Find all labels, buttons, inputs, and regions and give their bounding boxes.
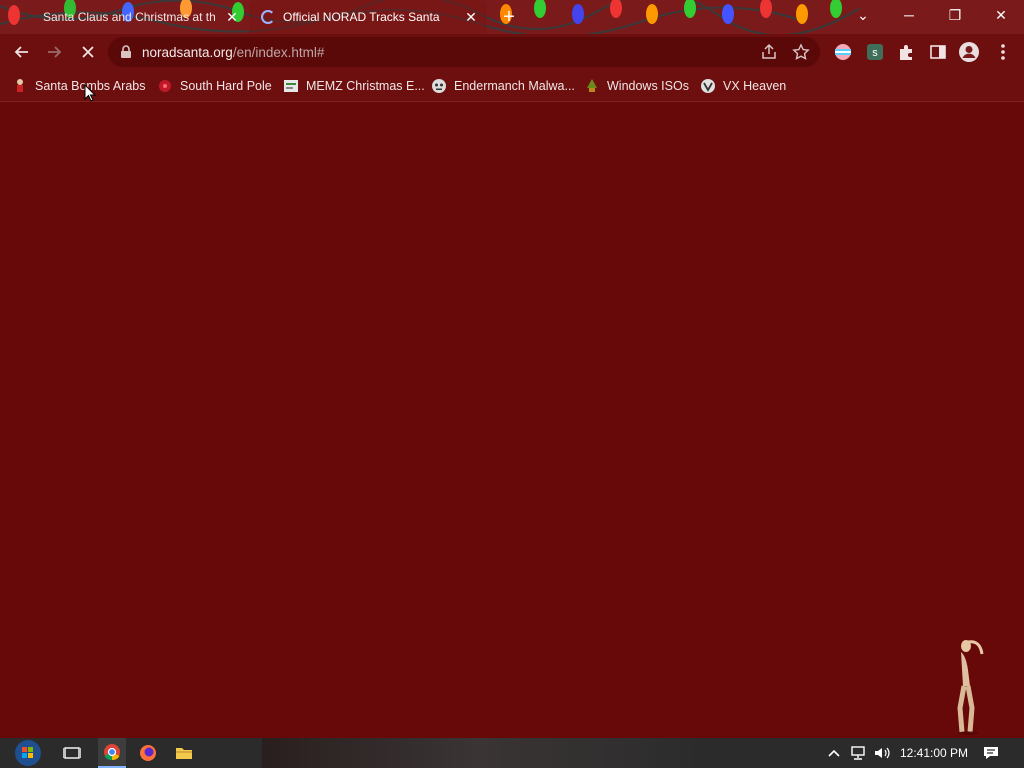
close-tab-icon[interactable]: ✕ <box>463 9 479 25</box>
url-host: noradsanta.org <box>142 45 233 60</box>
address-bar[interactable]: noradsanta.org/en/index.html# <box>108 37 820 67</box>
firefox-icon <box>140 745 156 761</box>
bookmarks-bar: Santa Bombs Arabs South Hard Pole MEMZ C… <box>0 70 1024 102</box>
windows-taskbar: 12:41:00 PM <box>0 738 1024 768</box>
bookmark-star-icon[interactable] <box>792 43 810 64</box>
close-window-button[interactable]: ✕ <box>978 0 1024 30</box>
page-content <box>0 103 1024 738</box>
bookmark-label: South Hard Pole <box>180 79 272 93</box>
bookmark-santa-bombs-arabs[interactable]: Santa Bombs Arabs <box>12 74 145 98</box>
santa-figure-icon <box>17 79 23 92</box>
chevron-up-icon <box>828 749 840 757</box>
speaker-icon <box>875 747 890 759</box>
volume-tray-button[interactable] <box>870 741 894 765</box>
bookmark-windows-isos[interactable]: Windows ISOs <box>584 74 689 98</box>
side-panel-icon[interactable] <box>927 41 949 63</box>
file-explorer-taskbar-button[interactable] <box>172 741 196 765</box>
notifications-icon <box>984 747 998 759</box>
chrome-taskbar-button[interactable] <box>98 738 126 768</box>
loading-spinner-icon <box>261 10 275 24</box>
bookmark-vx-heaven[interactable]: VX Heaven <box>700 74 786 98</box>
close-tab-icon[interactable]: ✕ <box>224 9 240 25</box>
restore-button[interactable]: ❐ <box>932 0 978 30</box>
vx-icon <box>701 79 715 93</box>
tab-strip: Santa Claus and Christmas at the North P… <box>0 0 1024 34</box>
bookmark-south-hard-pole[interactable]: South Hard Pole <box>157 74 272 98</box>
bookmark-label: Endermanch Malwa... <box>454 79 575 93</box>
stop-loading-button[interactable] <box>76 40 100 64</box>
task-view-button[interactable] <box>60 741 84 765</box>
folder-icon <box>176 748 192 759</box>
red-flower-icon <box>159 80 171 92</box>
windows-logo-icon <box>15 740 41 766</box>
trans-flag-extension-icon[interactable] <box>832 41 854 63</box>
bookmark-label: MEMZ Christmas E... <box>306 79 425 93</box>
network-icon <box>851 746 865 760</box>
bookmark-endermanch-malware[interactable]: Endermanch Malwa... <box>431 74 575 98</box>
mouse-cursor-icon <box>84 84 96 102</box>
menu-kebab-icon[interactable] <box>992 41 1014 63</box>
forward-button[interactable] <box>42 40 66 64</box>
firefox-taskbar-button[interactable] <box>136 741 160 765</box>
new-tab-button[interactable]: + <box>498 7 520 29</box>
tab-title: Official NORAD Tracks Santa <box>283 10 440 24</box>
tab-norad-tracks-santa[interactable]: Official NORAD Tracks Santa ✕ <box>249 0 487 34</box>
url-text: noradsanta.org/en/index.html# <box>142 45 324 60</box>
svg-text:s: s <box>872 47 878 59</box>
lock-icon <box>121 45 131 58</box>
bookmark-label: Windows ISOs <box>607 79 689 93</box>
arrow-left-icon <box>14 46 28 58</box>
arrow-right-icon <box>48 46 62 58</box>
bookmark-memz-christmas[interactable]: MEMZ Christmas E... <box>283 74 425 98</box>
tab-search-chevron-icon[interactable]: ⌄ <box>840 0 886 30</box>
robot-head-icon <box>432 79 446 93</box>
share-icon[interactable] <box>760 43 778 64</box>
taskbar-clock[interactable]: 12:41:00 PM <box>900 746 968 760</box>
s-extension-icon[interactable]: s <box>864 41 886 63</box>
bookmark-label: VX Heaven <box>723 79 787 93</box>
show-hidden-icons-button[interactable] <box>822 741 846 765</box>
memz-icon <box>284 80 298 92</box>
profile-avatar-icon[interactable] <box>958 41 980 63</box>
chrome-icon <box>104 744 120 761</box>
taskbar-band <box>262 738 694 768</box>
tree-icon <box>587 79 597 92</box>
back-button[interactable] <box>10 40 34 64</box>
network-tray-button[interactable] <box>846 741 870 765</box>
minimize-button[interactable]: ─ <box>886 0 932 30</box>
dancing-figure-icon <box>957 640 984 735</box>
close-icon <box>82 46 94 58</box>
tab-santa-claus[interactable]: Santa Claus and Christmas at the North P… <box>0 0 248 34</box>
url-path: /en/index.html# <box>232 45 325 60</box>
browser-toolbar: noradsanta.org/en/index.html# s <box>0 34 1024 70</box>
tab-title: Santa Claus and Christmas at the North P… <box>43 10 215 24</box>
extensions-puzzle-icon[interactable] <box>895 41 917 63</box>
task-view-icon <box>63 747 81 759</box>
action-center-button[interactable] <box>979 741 1003 765</box>
start-button[interactable] <box>10 738 46 768</box>
